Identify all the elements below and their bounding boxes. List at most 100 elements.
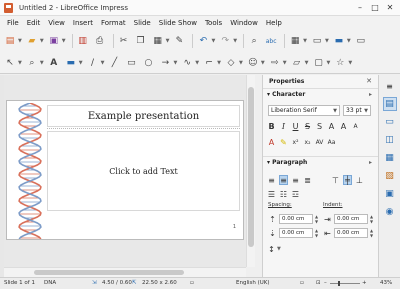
line-arrow-icon[interactable]: → — [158, 56, 172, 70]
horizontal-scroll-thumb[interactable] — [34, 270, 184, 275]
menu-format[interactable]: Format — [97, 19, 130, 27]
connector-icon[interactable]: ⌐ — [202, 56, 216, 70]
slide[interactable]: Example presentation Click to add Text 1 — [6, 100, 244, 240]
deck-master-slides-icon[interactable]: ▦ — [383, 151, 397, 165]
save-icon[interactable]: ▣ — [47, 34, 61, 48]
export-pdf-icon[interactable]: ▥ — [76, 34, 90, 48]
new-document-icon[interactable]: ▤ — [3, 34, 17, 48]
clear-formatting-icon[interactable]: A — [327, 121, 336, 131]
line-spacing-icon[interactable]: ↕ — [267, 244, 276, 254]
curve-icon[interactable]: ∿ — [180, 56, 194, 70]
bullet-list-icon[interactable]: ☰ — [267, 189, 276, 199]
indent-after-spin-buttons[interactable]: ▲ ▼ — [368, 228, 375, 238]
line-color-icon[interactable]: ∕ — [86, 56, 100, 70]
spelling-icon[interactable]: abc — [264, 34, 278, 48]
zoom-dropdown-icon[interactable]: ▼ — [40, 60, 44, 66]
paste-icon[interactable]: ▦ — [151, 34, 165, 48]
fill-color-icon[interactable]: ▬ — [64, 56, 78, 70]
flowchart-dropdown-icon[interactable]: ▼ — [305, 60, 309, 66]
select-arrow-icon[interactable]: ↖ — [3, 56, 17, 70]
zoom-slider-track[interactable] — [330, 283, 360, 284]
find-replace-icon[interactable]: ⌕ — [247, 34, 261, 48]
sidebar-close-button[interactable]: ✕ — [366, 77, 372, 85]
language-status[interactable]: English (UK) — [236, 280, 270, 286]
spacing-above-spin-buttons[interactable]: ▲ ▼ — [313, 214, 320, 224]
character-more-options-icon[interactable]: ▸ — [369, 91, 372, 98]
outline-list-icon[interactable]: ☲ — [291, 189, 300, 199]
character-section-header[interactable]: ▾ Character — [267, 91, 305, 98]
bold-icon[interactable]: B — [267, 121, 276, 131]
menu-slide-show[interactable]: Slide Show — [155, 19, 201, 27]
menu-tools[interactable]: Tools — [201, 19, 226, 27]
undo-dropdown-icon[interactable]: ▼ — [211, 38, 215, 44]
zoom-in-icon[interactable]: + — [362, 280, 367, 286]
open-dropdown-icon[interactable]: ▼ — [40, 38, 44, 44]
zoom-level-status[interactable]: 43% — [380, 280, 392, 286]
fill-dropdown-icon[interactable]: ▼ — [79, 60, 83, 66]
justify-icon[interactable]: ≣ — [303, 175, 312, 185]
menu-edit[interactable]: Edit — [23, 19, 45, 27]
deck-slide-transition-icon[interactable]: ▭ — [383, 115, 397, 129]
subscript-icon[interactable]: x₂ — [303, 137, 312, 147]
deck-animation-icon[interactable]: ◫ — [383, 133, 397, 147]
line-spacing-dropdown-icon[interactable]: ▼ — [277, 246, 281, 252]
menu-slide[interactable]: Slide — [130, 19, 155, 27]
flowchart-icon[interactable]: ▱ — [290, 56, 304, 70]
edit-canvas[interactable]: Example presentation Click to add Text 1 — [4, 75, 246, 277]
minimize-button[interactable]: – — [354, 2, 366, 13]
slideshow-dropdown-icon[interactable]: ▼ — [347, 38, 351, 44]
font-name-arrow-icon[interactable]: ▼ — [333, 108, 337, 114]
spacing-below-field[interactable]: 0.00 cm — [279, 228, 313, 238]
table-icon[interactable]: ▦ — [288, 34, 302, 48]
indent-before-field[interactable]: 0.00 cm — [334, 214, 368, 224]
shapes-dropdown-icon[interactable]: ▼ — [239, 60, 243, 66]
save-dropdown-icon[interactable]: ▼ — [62, 38, 66, 44]
paste-dropdown-icon[interactable]: ▼ — [166, 38, 170, 44]
callout-icon[interactable]: ▢ — [311, 56, 325, 70]
presentation-icon[interactable]: ▭ — [354, 34, 368, 48]
deck-menu-icon[interactable]: ≡ — [383, 79, 397, 93]
italic-icon[interactable]: I — [279, 121, 288, 131]
print-icon[interactable]: ⎙ — [93, 34, 107, 48]
indent-before-spin-buttons[interactable]: ▲ ▼ — [368, 214, 375, 224]
open-folder-icon[interactable]: ▰ — [25, 34, 39, 48]
table-dropdown-icon[interactable]: ▼ — [303, 38, 307, 44]
align-middle-icon[interactable]: ╪ — [343, 175, 352, 185]
underline-icon[interactable]: U — [291, 121, 300, 131]
slide-content-placeholder[interactable]: Click to add Text — [47, 131, 240, 211]
block-arrows-dropdown-icon[interactable]: ▼ — [283, 60, 287, 66]
character-spacing-icon[interactable]: AV — [315, 137, 324, 147]
font-color-icon[interactable]: A — [267, 137, 276, 147]
zoom-pan-icon[interactable]: ⌕ — [25, 56, 39, 70]
redo-icon[interactable]: ↷ — [218, 34, 232, 48]
align-top-icon[interactable]: ⊤ — [331, 175, 340, 185]
menu-help[interactable]: Help — [262, 19, 286, 27]
menu-window[interactable]: Window — [226, 19, 262, 27]
menu-insert[interactable]: Insert — [69, 19, 97, 27]
align-bottom-icon[interactable]: ⊥ — [355, 175, 364, 185]
symbol-dropdown-icon[interactable]: ▼ — [261, 60, 265, 66]
cut-icon[interactable]: ✂ — [117, 34, 131, 48]
paragraph-section-header[interactable]: ▾ Paragraph — [267, 159, 307, 166]
spacing-below-spin-buttons[interactable]: ▲ ▼ — [313, 228, 320, 238]
grow-font-icon[interactable]: A — [339, 121, 348, 131]
select-dropdown-icon[interactable]: ▼ — [18, 60, 22, 66]
font-name-combobox[interactable]: Liberation Serif ▼ — [268, 105, 340, 116]
new-dropdown-icon[interactable]: ▼ — [18, 38, 22, 44]
curve-dropdown-icon[interactable]: ▼ — [195, 60, 199, 66]
display-views-icon[interactable]: ▭ — [310, 34, 324, 48]
maximize-button[interactable]: □ — [369, 2, 381, 13]
align-left-icon[interactable]: ≡ — [267, 175, 276, 185]
menu-file[interactable]: File — [3, 19, 23, 27]
vertical-scroll-thumb[interactable] — [248, 87, 254, 247]
fit-slide-icon[interactable]: ⊡ — [316, 280, 321, 286]
redo-dropdown-icon[interactable]: ▼ — [233, 38, 237, 44]
spacing-above-field[interactable]: 0.00 cm — [279, 214, 313, 224]
font-size-arrow-icon[interactable]: ▼ — [364, 108, 368, 114]
vertical-scrollbar[interactable] — [246, 75, 255, 267]
basic-shapes-icon[interactable]: ◇ — [224, 56, 238, 70]
align-center-icon[interactable]: ≡ — [279, 175, 288, 185]
zoom-out-icon[interactable]: – — [324, 280, 327, 286]
strikethrough-icon[interactable]: S — [303, 121, 312, 131]
connector-dropdown-icon[interactable]: ▼ — [217, 60, 221, 66]
